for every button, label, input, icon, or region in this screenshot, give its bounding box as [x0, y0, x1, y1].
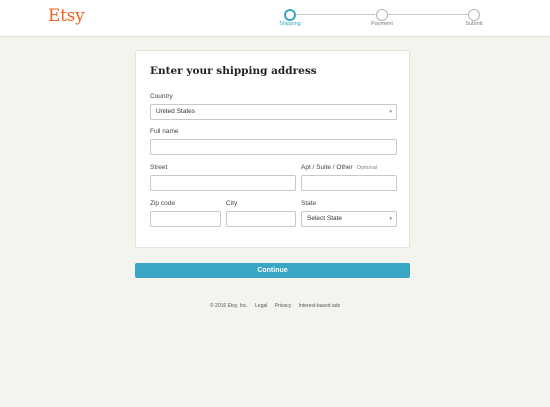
progress-line: [295, 14, 375, 15]
full-name-label: Full name: [150, 128, 179, 135]
country-label: Country: [150, 93, 173, 100]
zip-label: Zip code: [150, 200, 175, 207]
step-submit-label: Submit: [465, 21, 483, 27]
step-payment-circle: [376, 9, 388, 21]
copyright-text: © 2016 Etsy, Inc.: [209, 303, 248, 309]
step-payment-label: Payment: [371, 21, 393, 27]
state-label: State: [301, 200, 317, 207]
optional-tag: Optional: [356, 165, 378, 171]
footer-link-interest-ads[interactable]: Interest-based ads: [299, 303, 340, 309]
country-value: United States: [156, 108, 196, 115]
apt-field[interactable]: [301, 175, 397, 191]
top-bar: Etsy Shipping Payment Submit: [0, 0, 550, 37]
full-name-field[interactable]: [150, 139, 397, 155]
footer-link-privacy[interactable]: Privacy: [275, 303, 291, 309]
step-submit-circle: [468, 9, 480, 21]
footer: © 2016 Etsy, Inc. Legal Privacy Interest…: [0, 303, 550, 309]
state-value: Select State: [307, 215, 343, 222]
shipping-address-card: Enter your shipping address Country Unit…: [135, 50, 410, 248]
apt-label-text: Apt / Suite / Other: [301, 164, 353, 171]
chevron-down-icon: ▾: [389, 109, 392, 115]
zip-field[interactable]: [150, 211, 221, 227]
apt-label: Apt / Suite / Other Optional: [301, 164, 377, 171]
page-title: Enter your shipping address: [150, 65, 317, 77]
footer-link-legal[interactable]: Legal: [255, 303, 267, 309]
street-field[interactable]: [150, 175, 296, 191]
street-label: Street: [150, 164, 168, 171]
city-label: City: [226, 200, 238, 207]
step-shipping-circle: [284, 9, 296, 21]
chevron-down-icon: ▾: [389, 216, 392, 222]
state-select[interactable]: Select State ▾: [301, 211, 397, 227]
step-shipping-label: Shipping: [279, 21, 301, 27]
progress-line: [388, 14, 468, 15]
continue-button[interactable]: Continue: [135, 263, 410, 278]
city-field[interactable]: [226, 211, 296, 227]
country-select[interactable]: United States ▾: [150, 104, 397, 120]
etsy-logo[interactable]: Etsy: [48, 6, 85, 26]
